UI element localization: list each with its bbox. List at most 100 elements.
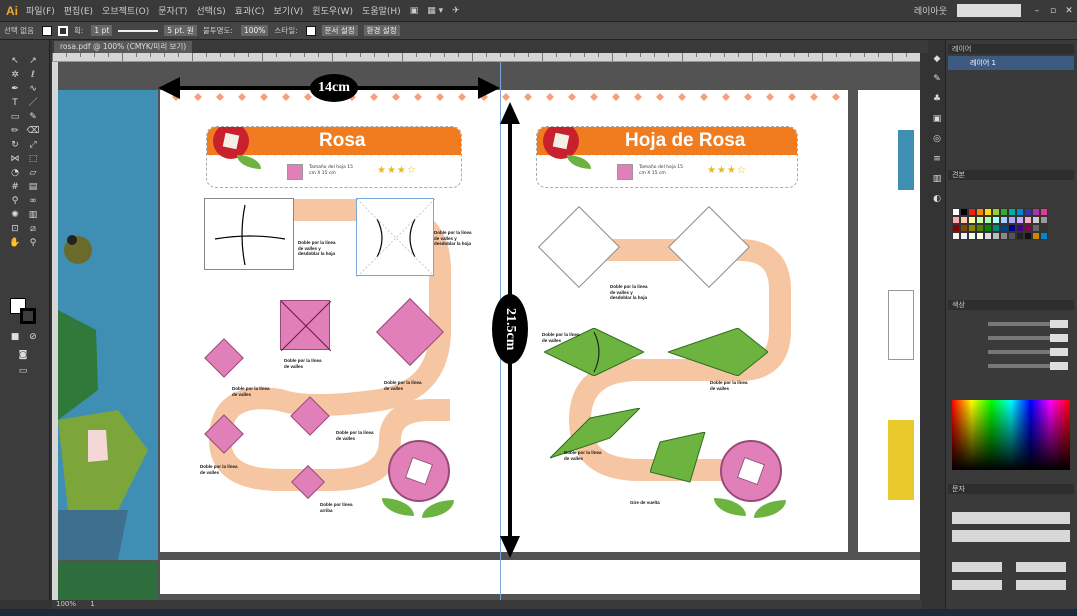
menu-window[interactable]: 윈도우(W) (312, 4, 353, 17)
swatch-cell[interactable] (1032, 216, 1040, 224)
swatch-cell[interactable] (976, 224, 984, 232)
swatch-cell[interactable] (992, 208, 1000, 216)
swatch-cell[interactable] (960, 216, 968, 224)
fill-swatch[interactable] (41, 25, 52, 36)
swatch-cell[interactable] (984, 224, 992, 232)
close-icon[interactable]: ✕ (1061, 6, 1077, 16)
swatches-tab[interactable]: 견본 (952, 171, 965, 179)
swatch-cell[interactable] (952, 208, 960, 216)
screen-mode-icon[interactable]: ▭ (16, 366, 30, 376)
prefs-button[interactable]: 환경 설정 (363, 25, 400, 36)
stroke-color-swatch[interactable] (20, 308, 36, 324)
hand-tool-icon[interactable]: ✋ (8, 238, 22, 248)
bridge-icon[interactable]: ▣ (410, 6, 419, 16)
menu-edit[interactable]: 편집(E) (64, 4, 93, 17)
menu-object[interactable]: 오브젝트(O) (102, 4, 149, 17)
slice-tool-icon[interactable]: ⧄ (26, 224, 40, 234)
color-tab[interactable]: 색상 (952, 301, 965, 309)
swatch-cell[interactable] (952, 224, 960, 232)
eraser-tool-icon[interactable]: ⌫ (26, 126, 40, 136)
swatch-cell[interactable] (1024, 208, 1032, 216)
swatch-cell[interactable] (1016, 224, 1024, 232)
magic-wand-icon[interactable]: ✲ (8, 70, 22, 80)
type-tool-icon[interactable]: T (8, 98, 22, 108)
swatch-cell[interactable] (1016, 216, 1024, 224)
menu-select[interactable]: 선택(S) (196, 4, 225, 17)
brushes-icon[interactable]: ✎ (930, 74, 944, 84)
swatch-cell[interactable] (1008, 216, 1016, 224)
swatch-cell[interactable] (968, 224, 976, 232)
swatch-cell[interactable] (952, 232, 960, 240)
layer-row[interactable]: 레이어 1 (948, 56, 1074, 70)
swatch-cell[interactable] (984, 232, 992, 240)
swatch-cell[interactable] (1008, 232, 1016, 240)
appearance-icon[interactable]: ◎ (930, 134, 944, 144)
symbol-sprayer-icon[interactable]: ✺ (8, 210, 22, 220)
symbols-icon[interactable]: ♣ (930, 94, 944, 104)
swatch-cell[interactable] (1008, 224, 1016, 232)
pencil-tool-icon[interactable]: ✏ (8, 126, 22, 136)
canvas-area[interactable]: Rosa Tamaño del hoja 15 cm X 15 cm ★★★☆ … (58, 62, 920, 600)
scale-v-field[interactable] (952, 580, 1002, 590)
help-search-input[interactable] (957, 4, 1021, 17)
graph-tool-icon[interactable]: ▥ (26, 210, 40, 220)
swatch-cell[interactable] (1000, 208, 1008, 216)
shape-builder-icon[interactable]: ◔ (8, 168, 22, 178)
selection-tool-icon[interactable]: ↖ (8, 56, 22, 66)
font-style-field[interactable] (952, 530, 1070, 542)
swatch-cell[interactable] (1000, 232, 1008, 240)
color-guide-icon[interactable]: ◆ (930, 54, 944, 64)
cyan-slider[interactable] (988, 322, 1058, 326)
magenta-slider[interactable] (988, 336, 1058, 340)
pen-tool-icon[interactable]: ✒ (8, 84, 22, 94)
color-spectrum[interactable] (952, 400, 1070, 470)
swatch-cell[interactable] (1032, 232, 1040, 240)
none-color-icon[interactable]: ⊘ (26, 332, 40, 342)
swatch-cell[interactable] (968, 208, 976, 216)
scale-tool-icon[interactable]: ⤢ (26, 140, 40, 150)
swatch-cell[interactable] (1040, 216, 1048, 224)
lasso-icon[interactable]: ℓ (26, 70, 40, 80)
menu-help[interactable]: 도움말(H) (362, 4, 401, 17)
eyedropper-icon[interactable]: ⚲ (8, 196, 22, 206)
swatch-cell[interactable] (1024, 232, 1032, 240)
menu-type[interactable]: 문자(T) (158, 4, 187, 17)
swatch-cell[interactable] (1000, 224, 1008, 232)
font-size-field[interactable] (952, 562, 1002, 572)
layers-tab[interactable]: 레이어 (952, 45, 971, 53)
font-family-field[interactable] (952, 512, 1070, 524)
style-swatch[interactable] (305, 25, 316, 36)
menu-file[interactable]: 파일(F) (26, 4, 55, 17)
swatch-grid[interactable] (952, 208, 1048, 272)
zoom-status[interactable]: 100% (56, 600, 76, 608)
transparency-icon[interactable]: ◐ (930, 194, 944, 204)
swatch-cell[interactable] (1032, 208, 1040, 216)
swatch-cell[interactable] (1032, 224, 1040, 232)
swatch-cell[interactable] (1040, 208, 1048, 216)
stroke-panel-icon[interactable]: ≡ (930, 154, 944, 164)
swatch-cell[interactable] (1040, 224, 1048, 232)
cyan-value[interactable] (1050, 320, 1068, 328)
minimize-icon[interactable]: – (1029, 6, 1045, 16)
menu-effect[interactable]: 효과(C) (235, 4, 265, 17)
page-status[interactable]: 1 (90, 600, 94, 608)
rectangle-tool-icon[interactable]: ▭ (8, 112, 22, 122)
perspective-icon[interactable]: ▱ (26, 168, 40, 178)
gradient-tool-icon[interactable]: ▤ (26, 182, 40, 192)
arrange-icon[interactable]: ▦ ▾ (427, 6, 443, 16)
swatch-cell[interactable] (976, 208, 984, 216)
swatch-cell[interactable] (960, 208, 968, 216)
blend-tool-icon[interactable]: ∞ (26, 196, 40, 206)
black-slider[interactable] (988, 364, 1058, 368)
swatch-cell[interactable] (968, 216, 976, 224)
brush-field[interactable]: 5 pt. 원 (164, 25, 197, 36)
doc-setup-button[interactable]: 문서 설정 (321, 25, 358, 36)
gradient-panel-icon[interactable]: ▥ (930, 174, 944, 184)
stroke-weight-field[interactable]: 1 pt (91, 25, 113, 36)
swatch-cell[interactable] (968, 232, 976, 240)
swatch-cell[interactable] (984, 216, 992, 224)
zoom-tool-icon[interactable]: ⚲ (26, 238, 40, 248)
swatch-cell[interactable] (1040, 232, 1048, 240)
swatch-cell[interactable] (1024, 224, 1032, 232)
stroke-profile[interactable] (118, 29, 159, 32)
